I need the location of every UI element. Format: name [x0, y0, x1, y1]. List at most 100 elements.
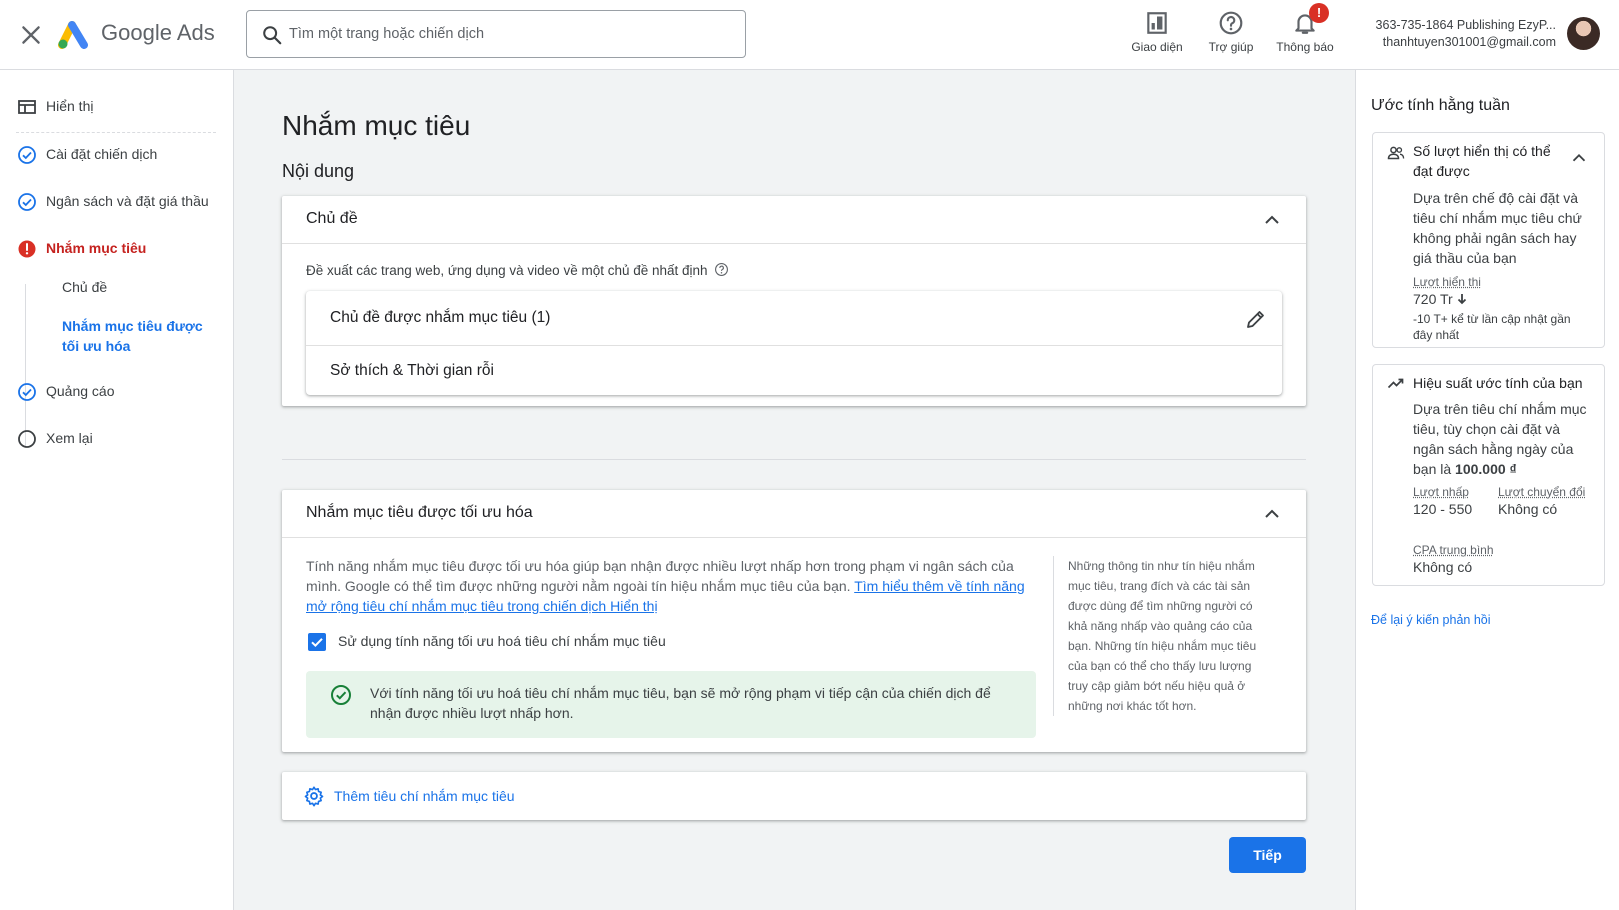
conversions-label: Lượt chuyển đổi: [1498, 485, 1586, 499]
topics-description-text: Đề xuất các trang web, ứng dụng và video…: [306, 263, 708, 278]
display-icon: [18, 100, 36, 114]
chevron-up-icon[interactable]: [1260, 208, 1284, 232]
conversions-metric: Lượt chuyển đổi Không có: [1498, 485, 1588, 519]
close-icon[interactable]: [18, 22, 44, 48]
sidebar-item-label: Cài đặt chiến dịch: [46, 146, 158, 162]
section-divider: [282, 459, 1306, 460]
daily-budget: 100.000 ₫: [1455, 461, 1517, 477]
google-ads-logo-icon: [58, 21, 88, 49]
estimates-title: Ước tính hằng tuần: [1371, 97, 1510, 114]
sidebar-subitem-optimized-targeting[interactable]: Nhắm mục tiêu được tối ưu hóa: [62, 316, 222, 356]
error-icon: [18, 240, 36, 258]
sidebar-item-label: Hiển thị: [46, 98, 94, 114]
appearance-icon: [1147, 12, 1167, 34]
check-circle-icon: [18, 146, 36, 164]
check-circle-icon: [18, 193, 36, 211]
performance-card-title: Hiệu suất ước tính của bạn: [1413, 375, 1583, 391]
impressions-card-title: Số lượt hiển thị có thể đạt được: [1413, 143, 1551, 179]
account-info[interactable]: 363-735-1864 Publishing EzyP... thanhtuy…: [1374, 17, 1556, 51]
add-targeting-label: Thêm tiêu chí nhắm mục tiêu: [334, 788, 515, 804]
checkmark-icon: [311, 638, 323, 648]
avatar[interactable]: [1567, 17, 1600, 50]
appearance-label: Giao diện: [1131, 40, 1183, 54]
clicks-metric: Lượt nhấp 120 - 550: [1413, 485, 1493, 519]
conversions-value: Không có: [1498, 501, 1558, 517]
nav-divider: [16, 132, 216, 133]
topics-description: Đề xuất các trang web, ứng dụng và video…: [306, 262, 729, 278]
page-title: Nhắm mục tiêu: [282, 110, 471, 141]
optimized-targeting-card: Nhắm mục tiêu được tối ưu hóa Tính năng …: [282, 490, 1306, 752]
sidebar-subitem-topics[interactable]: Chủ đề: [62, 277, 222, 297]
cpa-metric: CPA trung bình Không có: [1413, 543, 1593, 577]
sidebar-item-review[interactable]: Xem lại: [0, 419, 234, 459]
gear-icon: [304, 786, 324, 807]
notification-badge: !: [1309, 3, 1329, 23]
edit-icon[interactable]: [1244, 307, 1268, 331]
optimized-card-header[interactable]: Nhắm mục tiêu được tối ưu hóa: [282, 490, 1306, 538]
info-message-text: Với tính năng tối ưu hoá tiêu chí nhắm m…: [370, 685, 991, 721]
check-circle-icon: [331, 685, 351, 705]
help-icon[interactable]: [714, 262, 729, 277]
account-name: 363-735-1864 Publishing EzyP...: [1375, 18, 1556, 32]
notifications-button[interactable]: ! Thông báo: [1269, 3, 1341, 58]
left-navigation: Hiển thị Cài đặt chiến dịch Ngân sách và…: [0, 70, 234, 910]
side-note: Những thông tin như tín hiệu nhắm mục ti…: [1053, 556, 1263, 716]
search-box[interactable]: [246, 10, 746, 58]
sidebar-item-display[interactable]: Hiển thị: [0, 87, 234, 127]
impressions-metric-value: 720 Tr: [1413, 289, 1593, 309]
optimized-description: Tính năng nhắm mục tiêu được tối ưu hóa …: [306, 556, 1036, 616]
topics-card-header[interactable]: Chủ đề: [282, 196, 1306, 244]
main-content: Nhắm mục tiêu Nội dung Chủ đề Đề xuất cá…: [235, 70, 1353, 910]
people-icon: [1387, 146, 1405, 160]
sidebar-item-label: Xem lại: [46, 430, 93, 446]
trending-up-icon: [1387, 378, 1404, 389]
performance-description: Dựa trên tiêu chí nhắm mục tiêu, tùy chọ…: [1413, 399, 1593, 479]
check-circle-icon: [18, 383, 36, 401]
add-targeting-button[interactable]: Thêm tiêu chí nhắm mục tiêu: [282, 772, 1306, 820]
sidebar-item-targeting[interactable]: Nhắm mục tiêu: [0, 229, 234, 269]
impressions-card: Số lượt hiển thị có thể đạt được Dựa trê…: [1372, 132, 1605, 348]
cpa-label: CPA trung bình: [1413, 543, 1494, 557]
next-button[interactable]: Tiếp: [1229, 837, 1306, 873]
section-title: Nội dung: [282, 161, 355, 181]
topics-card: Chủ đề Đề xuất các trang web, ứng dụng v…: [282, 196, 1306, 406]
sidebar-item-campaign-settings[interactable]: Cài đặt chiến dịch: [0, 135, 234, 175]
topics-card-title: Chủ đề: [306, 210, 358, 227]
checkbox-label[interactable]: Sử dụng tính năng tối ưu hoá tiêu chí nh…: [338, 633, 666, 649]
targeted-topics-label: Chủ đề được nhắm mục tiêu (1): [330, 309, 551, 326]
account-email: thanhtuyen301001@gmail.com: [1382, 35, 1556, 49]
help-icon: [1219, 11, 1243, 35]
clicks-label: Lượt nhấp: [1413, 485, 1469, 499]
top-bar: Google Ads Giao diện Trợ giúp ! Thông bá…: [0, 0, 1619, 70]
notifications-label: Thông báo: [1276, 40, 1334, 54]
info-message: Với tính năng tối ưu hoá tiêu chí nhắm m…: [306, 671, 1036, 738]
help-label: Trợ giúp: [1208, 40, 1254, 54]
targeted-topics-header[interactable]: Chủ đề được nhắm mục tiêu (1): [306, 291, 1282, 346]
help-button[interactable]: Trợ giúp: [1195, 8, 1267, 58]
impressions-description: Dựa trên chế độ cài đặt và tiêu chí nhắm…: [1413, 190, 1582, 266]
impressions-change: -10 T+ kể từ lần cập nhật gần đây nhất: [1413, 312, 1571, 342]
impressions-metric: Lượt hiển thị 720 Tr -10 T+ kể từ lần cậ…: [1413, 275, 1593, 343]
sidebar-item-ads[interactable]: Quảng cáo: [0, 372, 234, 412]
product-name: Google Ads: [101, 20, 215, 45]
estimates-panel: Ước tính hằng tuần Số lượt hiển thị có t…: [1355, 70, 1619, 910]
performance-card: Hiệu suất ước tính của bạn Dựa trên tiêu…: [1372, 364, 1605, 586]
sidebar-item-label: Ngân sách và đặt giá thầu: [46, 193, 209, 209]
clicks-value: 120 - 550: [1413, 501, 1473, 517]
arrow-down-icon: [1457, 294, 1466, 305]
feedback-link[interactable]: Để lại ý kiến phản hồi: [1371, 613, 1491, 627]
impressions-value-text: 720 Tr: [1413, 291, 1453, 307]
topic-item: Sở thích & Thời gian rỗi: [330, 362, 494, 379]
search-icon: [263, 26, 282, 45]
chevron-up-icon[interactable]: [1568, 147, 1590, 169]
sidebar-item-label: Quảng cáo: [46, 383, 115, 399]
optimized-targeting-checkbox[interactable]: [308, 633, 326, 651]
chevron-up-icon[interactable]: [1260, 502, 1284, 526]
sidebar-item-label: Nhắm mục tiêu: [46, 240, 147, 256]
optimized-card-title: Nhắm mục tiêu được tối ưu hóa: [306, 504, 533, 521]
impressions-metric-label: Lượt hiển thị: [1413, 275, 1481, 289]
sidebar-item-budget-bidding[interactable]: Ngân sách và đặt giá thầu: [0, 182, 234, 222]
cpa-value: Không có: [1413, 559, 1473, 575]
appearance-button[interactable]: Giao diện: [1121, 8, 1193, 58]
search-input[interactable]: [289, 11, 729, 57]
